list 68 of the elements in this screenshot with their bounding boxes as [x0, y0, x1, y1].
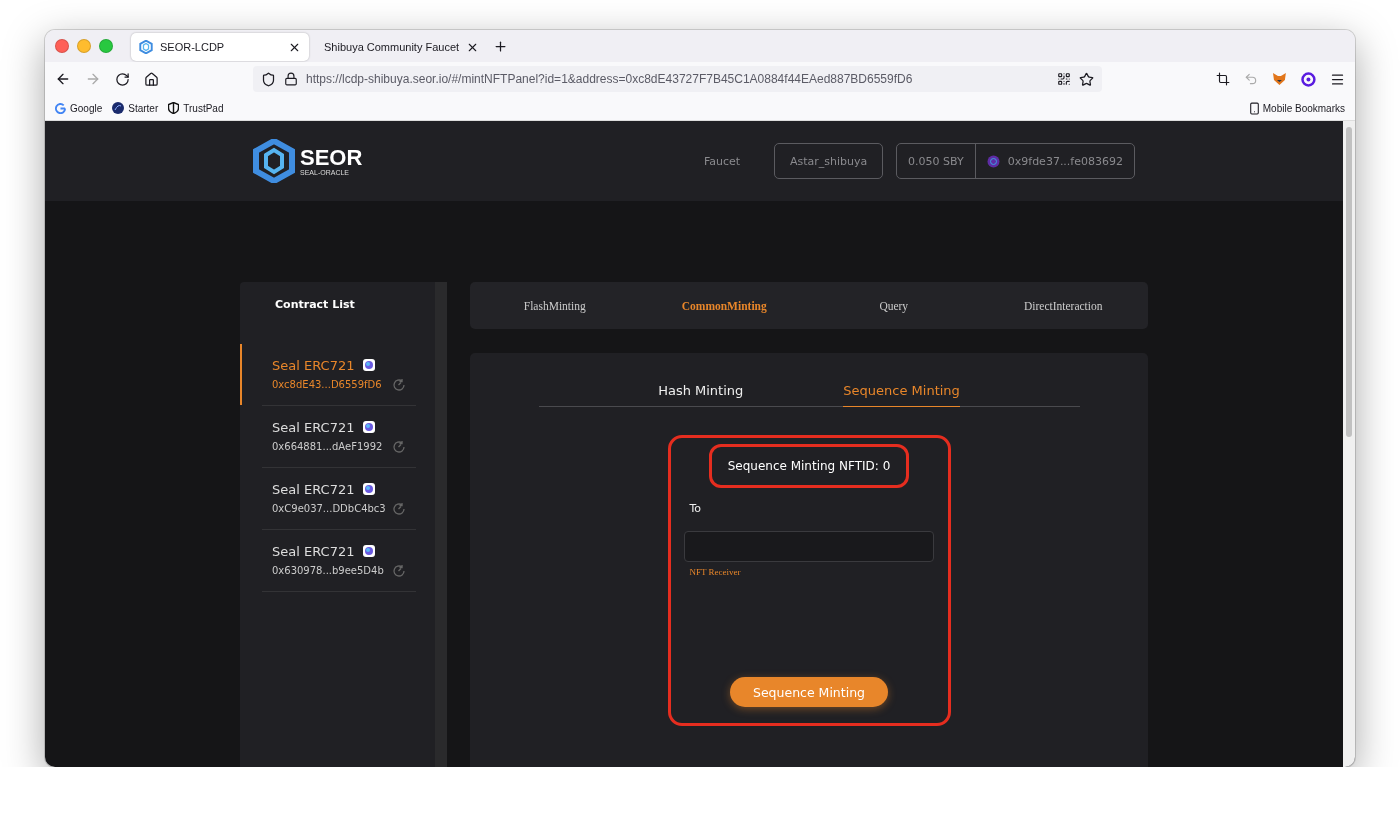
avatar-icon [986, 154, 1000, 168]
minting-mode-tab[interactable]: Sequence Minting [843, 379, 960, 407]
network-button[interactable]: Astar_shibuya [774, 143, 884, 179]
address-bar[interactable]: https://lcdp-shibuya.seor.io/#/mintNFTPanel?id=1&address=0xc8dE43727F7B45C1A0884f44EAed887BD6559fD6 [253, 66, 1103, 92]
fox-icon[interactable] [1272, 72, 1288, 86]
receiver-input[interactable] [684, 531, 934, 562]
contract-item[interactable]: Seal ERC721 0x630978...b9ee5D4b [240, 530, 435, 591]
phone-icon [1247, 101, 1261, 115]
shield-icon [168, 102, 180, 114]
balance-text: 0.050 SBY [907, 153, 965, 170]
chain-icon [363, 483, 376, 495]
faucet-link[interactable]: Faucet [703, 154, 741, 168]
crop-icon[interactable] [1216, 72, 1231, 86]
browser-tab[interactable]: Shibuya Community Faucet [309, 33, 487, 61]
contract-name: Seal ERC721 [272, 419, 355, 435]
helper-text: NFT Receiver [689, 567, 741, 577]
contract-address: 0xC9e037...DDbC4bc3 [272, 503, 386, 514]
contract-name: Seal ERC721 [272, 481, 355, 497]
scrollbar-thumb[interactable] [1346, 127, 1352, 437]
refresh-icon[interactable] [392, 563, 406, 578]
maximize-icon[interactable] [99, 39, 113, 53]
chain-icon [363, 359, 376, 371]
globe-icon [112, 102, 125, 114]
google-icon [55, 102, 66, 114]
shield-icon[interactable] [261, 71, 276, 87]
tab-title: Shibuya Community Faucet [324, 41, 460, 53]
reload-icon[interactable] [115, 71, 130, 87]
new-tab-icon[interactable] [493, 38, 508, 54]
chain-icon [363, 421, 376, 433]
minting-mode-tab[interactable]: Hash Minting [658, 379, 744, 407]
extension-icon[interactable] [1301, 71, 1316, 87]
bookmark-link[interactable]: Starter [112, 102, 159, 114]
logo-icon [252, 139, 296, 183]
contract-name: Seal ERC721 [272, 543, 355, 559]
bookmark-link[interactable]: Google [55, 102, 103, 114]
bookmark-link[interactable]: TrustPad [168, 102, 224, 114]
refresh-icon[interactable] [392, 377, 406, 392]
panel-title: Contract List [275, 298, 355, 311]
minting-tab[interactable]: FlashMinting [523, 299, 586, 312]
back-icon[interactable] [55, 71, 71, 87]
contract-item[interactable]: Seal ERC721 0xC9e037...DDbC4bc3 [240, 468, 435, 529]
lock-icon[interactable] [284, 72, 298, 86]
account-button[interactable]: 0.050 SBY 0x9fde37...fe083692 [896, 143, 1135, 179]
refresh-icon[interactable] [392, 439, 406, 454]
account-address: 0x9fde37...fe083692 [1007, 154, 1123, 168]
minting-tab[interactable]: Query [879, 299, 909, 312]
contract-item[interactable]: Seal ERC721 0xc8dE43...D6559fD6 [240, 344, 435, 405]
refresh-icon[interactable] [392, 501, 406, 516]
url-text: https://lcdp-shibuya.seor.io/#/mintNFTPanel?id=1&address=0xc8dE43727F7B45C1A0884f44EAed887BD6559fD6 [306, 72, 914, 86]
browser-tab[interactable]: SEOR-LCDP [131, 33, 309, 61]
minting-tab[interactable]: DirectInteraction [1023, 299, 1103, 312]
contract-address: 0x630978...b9ee5D4b [272, 565, 384, 576]
field-label: To [689, 502, 702, 515]
menu-icon[interactable] [1330, 71, 1345, 87]
logo-name: SEOR [300, 146, 363, 169]
star-icon[interactable] [1079, 71, 1095, 87]
minting-tab[interactable]: CommonMinting [681, 299, 767, 312]
tab-title: SEOR-LCDP [160, 41, 226, 53]
contract-address: 0xc8dE43...D6559fD6 [272, 379, 382, 390]
chain-icon [363, 545, 376, 557]
bookmark-link[interactable]: Mobile Bookmarks [1247, 101, 1345, 115]
logo-icon [139, 40, 153, 54]
contract-item[interactable]: Seal ERC721 0x664881...dAeF1992 [240, 406, 435, 467]
nftid-text: Sequence Minting NFTID: 0 [709, 444, 909, 488]
qr-code-icon[interactable] [1057, 72, 1072, 86]
contract-name: Seal ERC721 [272, 357, 355, 373]
home-icon[interactable] [144, 71, 159, 87]
contract-address: 0x664881...dAeF1992 [272, 441, 383, 452]
